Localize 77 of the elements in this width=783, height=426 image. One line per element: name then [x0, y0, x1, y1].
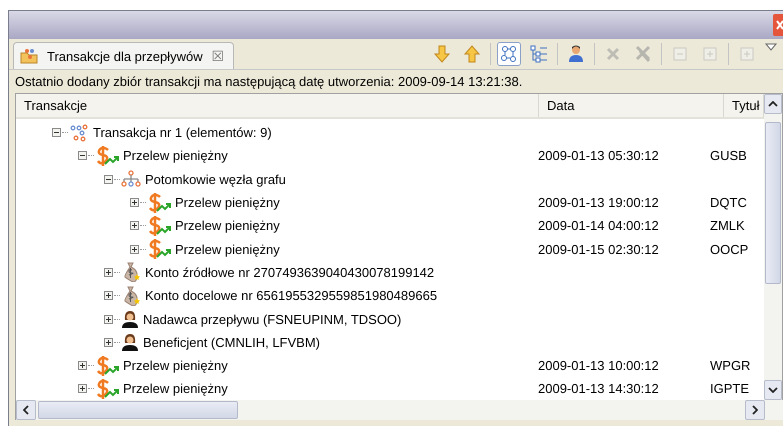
scroll-down-button[interactable]	[764, 380, 782, 400]
person-icon	[121, 310, 139, 328]
expand-icon[interactable]	[130, 244, 139, 254]
person-icon	[121, 333, 139, 352]
date-cell: 2009-01-15 02:30:12	[538, 242, 659, 257]
title-cell: GUSB	[710, 148, 747, 164]
scroll-left-button[interactable]	[16, 400, 36, 420]
scroll-right-button[interactable]	[745, 400, 765, 420]
minus-box-icon	[672, 46, 688, 62]
plus-box-icon	[739, 46, 755, 62]
dollar-arrow-icon	[95, 356, 119, 376]
caret-down-icon	[768, 387, 778, 393]
title-cell: OOCP	[710, 242, 748, 257]
plus-box-icon	[702, 46, 718, 62]
x-icon	[605, 46, 621, 62]
horizontal-scrollbar[interactable]	[15, 400, 783, 420]
close-icon[interactable]	[773, 14, 783, 36]
dollar-arrow-icon	[147, 239, 171, 260]
person-icon	[568, 45, 584, 63]
down-arrow-icon	[434, 45, 450, 63]
double-x-icon	[634, 45, 652, 63]
graph-button[interactable]	[497, 42, 521, 66]
tree-item[interactable]: Przelew pieniężny	[123, 148, 228, 164]
title-cell: ZMLK	[710, 218, 745, 234]
tree-item[interactable]: Konto docelowe nr 6561955329559851980489665	[145, 288, 438, 304]
expand-icon[interactable]	[78, 361, 87, 370]
collapse-icon[interactable]	[78, 151, 87, 160]
caret-left-icon	[23, 405, 29, 415]
hierarchy-icon	[121, 170, 141, 188]
caret-right-icon	[752, 405, 758, 415]
tree-item[interactable]: Przelew pieniężny	[123, 381, 228, 396]
tree-item[interactable]: Konto źródłowe nr 2707493639040430078199142	[145, 264, 434, 280]
tree-item[interactable]: Przelew pieniężny	[175, 218, 280, 234]
expand-icon[interactable]	[130, 221, 139, 230]
caret-up-icon	[768, 101, 778, 107]
view-tab[interactable]: Transakcje dla przepływów ☒	[13, 42, 234, 69]
dollar-arrow-icon	[147, 216, 171, 236]
expand-icon[interactable]	[130, 198, 139, 208]
expand-icon[interactable]	[104, 268, 113, 277]
collapse-icon[interactable]	[104, 174, 113, 184]
node-cluster-icon	[69, 124, 89, 142]
title-cell: WPGR	[710, 358, 750, 374]
dollar-arrow-icon	[95, 146, 119, 166]
up-arrow-icon	[464, 45, 480, 63]
close-tab-button[interactable]: ☒	[212, 48, 225, 64]
title-cell: DQTC	[710, 195, 747, 210]
tree-list-icon	[530, 45, 548, 63]
tree-item[interactable]: Beneficjent (CMNLIH, LFVBM)	[143, 334, 320, 350]
scroll-up-button[interactable]	[764, 94, 782, 114]
tree-item[interactable]: Przelew pieniężny	[175, 195, 280, 210]
folder-nodes-icon	[20, 48, 38, 64]
info-message: Ostatnio dodany zbiór transakcji ma następującą datę utworzenia: 2009-09-14 13:21:38.	[14, 73, 524, 91]
node-graph-icon	[500, 45, 518, 63]
date-cell: 2009-01-13 10:00:12	[538, 358, 659, 374]
date-cell: 2009-01-13 14:30:12	[538, 381, 659, 396]
tree-item[interactable]: Nadawca przepływu (FSNEUPINM, TDSOO)	[143, 312, 402, 327]
date-cell: 2009-01-14 04:00:12	[538, 218, 659, 234]
vertical-scrollbar[interactable]	[764, 94, 782, 400]
scrollbar-thumb[interactable]	[38, 401, 238, 419]
expand-icon[interactable]	[104, 291, 113, 300]
dollar-arrow-icon	[95, 378, 119, 399]
expand-icon[interactable]	[104, 338, 113, 347]
tree-item[interactable]: Przelew pieniężny	[123, 358, 228, 374]
tree-item[interactable]: Przelew pieniężny	[175, 242, 280, 257]
expand-icon[interactable]	[78, 384, 87, 394]
tree-item[interactable]: Transakcja nr 1 (elementów: 9)	[93, 125, 272, 140]
dollar-arrow-icon	[147, 192, 171, 213]
column-header[interactable]: Data	[539, 94, 724, 117]
view-menu-icon[interactable]	[765, 43, 777, 51]
expand-icon[interactable]	[104, 314, 113, 324]
title-cell: IGPTE	[710, 381, 750, 396]
column-header[interactable]: Transakcje	[16, 94, 539, 117]
collapse-icon[interactable]	[52, 128, 61, 138]
tree-item[interactable]: Potomkowie węzła grafu	[145, 172, 286, 187]
date-cell: 2009-01-13 19:00:12	[538, 195, 659, 210]
date-cell: 2009-01-13 05:30:12	[538, 148, 659, 164]
scrollbar-thumb[interactable]	[765, 122, 781, 284]
